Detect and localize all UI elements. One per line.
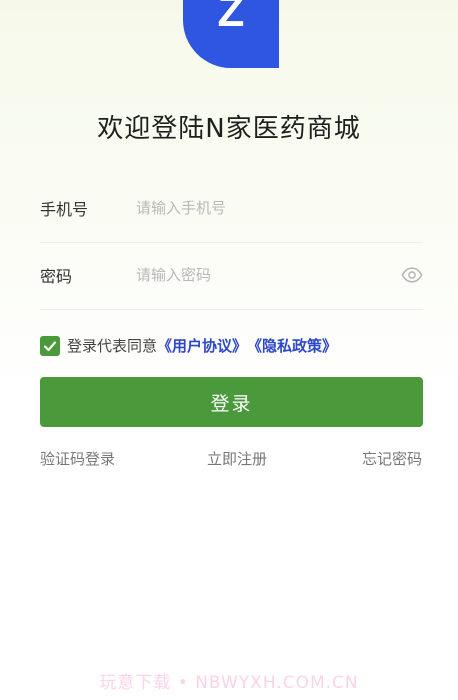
checkmark-icon [43,340,57,351]
password-input[interactable] [136,266,401,284]
user-agreement-link[interactable]: 《用户协议》 [157,335,247,356]
privacy-policy-link[interactable]: 《隐私政策》 [247,335,337,356]
password-label: 密码 [40,267,73,286]
login-button[interactable]: 登录 [40,377,423,427]
agreement-checkbox[interactable] [40,335,60,356]
phone-row: 手机号 [40,174,423,243]
agreement-text: 登录代表同意 [67,337,158,355]
phone-input[interactable] [136,199,423,217]
app-logo: Z [183,0,279,68]
agreement-row: 登录代表同意 《用户协议》 《隐私政策》 [40,335,337,356]
page-title: 欢迎登陆N家医药商城 [97,114,361,144]
forgot-password-link[interactable]: 忘记密码 [362,448,422,469]
phone-label: 手机号 [40,200,89,219]
register-link[interactable]: 立即注册 [207,448,267,469]
watermark: 玩意下载 • NBWYXH.COM.CN [99,673,359,693]
logo-letter: Z [218,0,245,36]
code-login-link[interactable]: 验证码登录 [40,448,115,469]
password-row: 密码 [40,241,423,310]
eye-icon[interactable] [401,264,423,286]
